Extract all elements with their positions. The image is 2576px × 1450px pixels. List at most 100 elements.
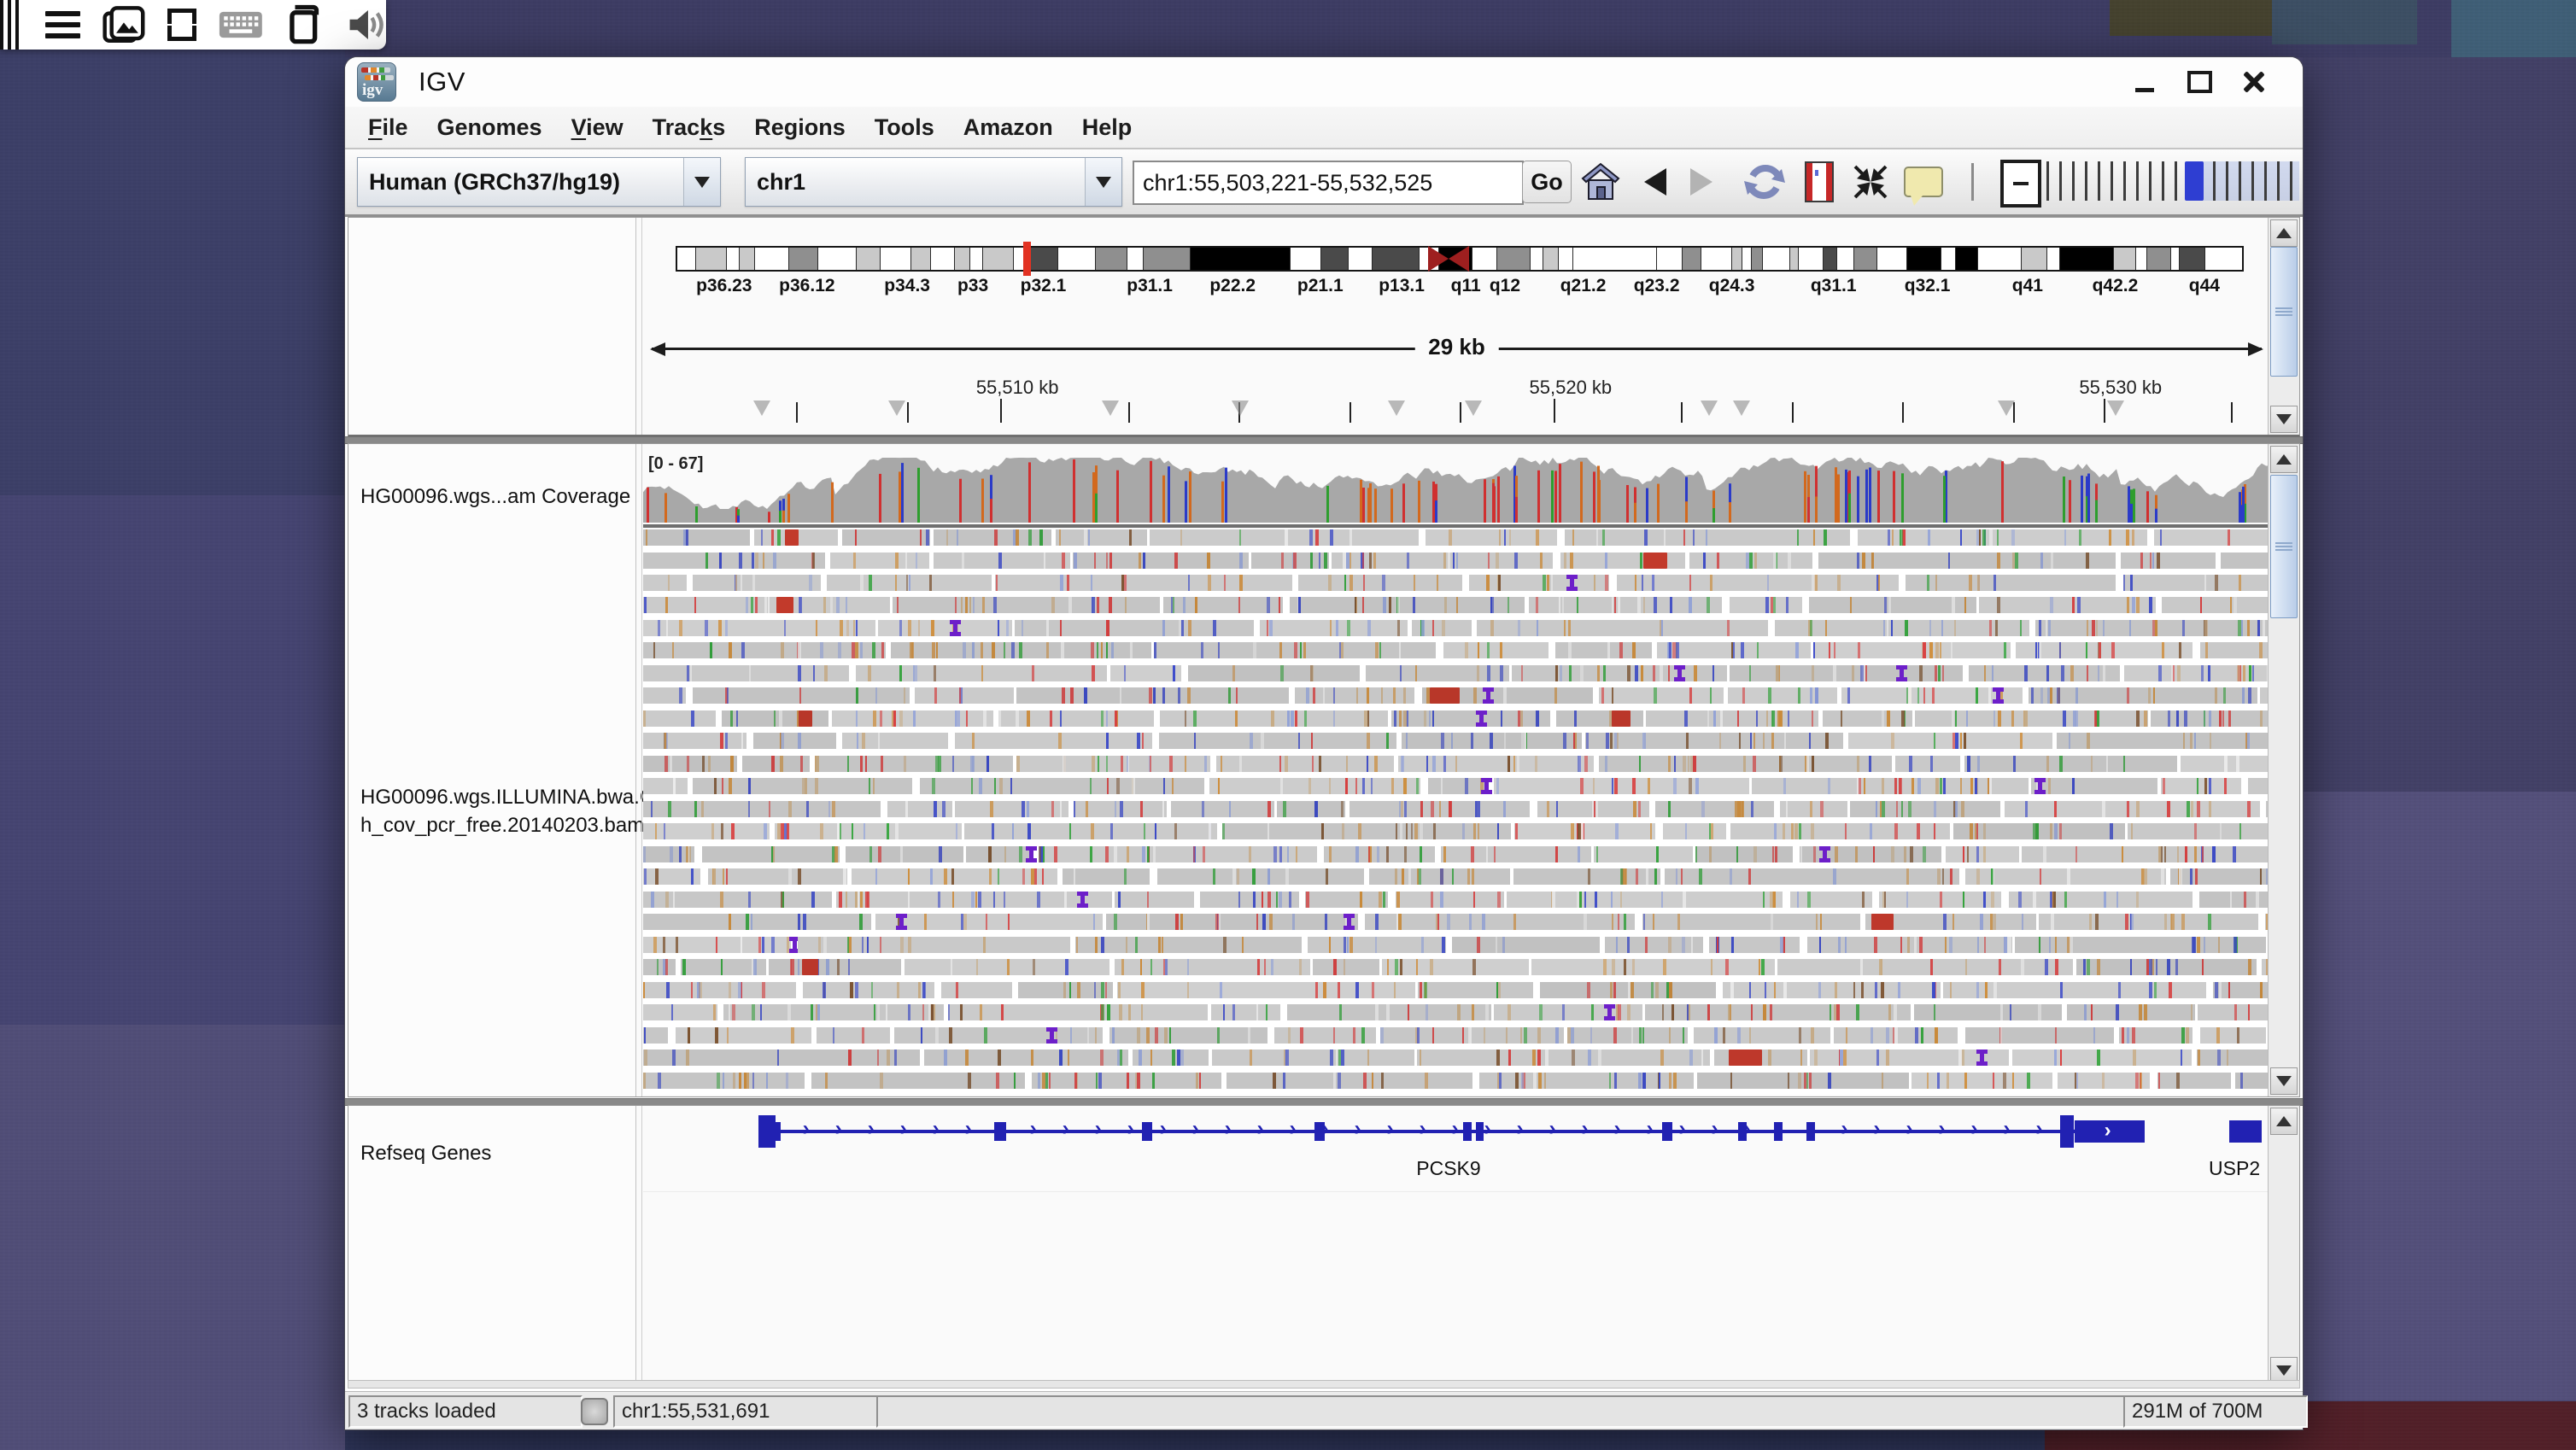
read[interactable] [2199, 892, 2270, 908]
gene-exon[interactable] [994, 1122, 1006, 1141]
scrollbar-thumb[interactable] [2270, 247, 2298, 377]
read[interactable] [681, 959, 766, 975]
read[interactable] [893, 597, 1160, 613]
read[interactable] [1697, 1073, 1909, 1089]
insertion-icon[interactable] [1483, 687, 1494, 704]
read[interactable] [1412, 620, 1472, 636]
read[interactable] [2162, 597, 2270, 613]
read[interactable] [1728, 687, 1837, 704]
chromosome-select[interactable]: chr1 [745, 157, 1122, 207]
read[interactable] [1709, 937, 1800, 953]
read[interactable] [948, 1004, 1208, 1020]
gene-exon[interactable] [1142, 1122, 1152, 1141]
read[interactable] [643, 553, 825, 569]
read[interactable] [1599, 687, 1724, 704]
read[interactable] [1324, 846, 1435, 862]
menu-view[interactable]: View [557, 114, 638, 141]
read[interactable] [2154, 529, 2270, 546]
read[interactable] [915, 687, 1014, 704]
read[interactable] [702, 846, 840, 862]
read[interactable] [2057, 733, 2270, 749]
read[interactable] [1695, 846, 1793, 862]
read[interactable] [2221, 553, 2270, 569]
read[interactable] [1689, 553, 1812, 569]
roi-marker-icon[interactable] [1102, 401, 1119, 416]
menu-tracks[interactable]: Tracks [638, 114, 741, 141]
read[interactable] [2076, 959, 2257, 975]
read[interactable] [856, 665, 1107, 681]
read[interactable] [1056, 529, 1147, 546]
read[interactable] [1380, 1027, 1564, 1044]
insertion-icon[interactable] [2034, 778, 2046, 794]
read[interactable] [1209, 778, 1420, 794]
read[interactable] [1117, 982, 1415, 998]
read[interactable] [722, 710, 828, 727]
zoom-slider-handle[interactable] [2185, 161, 2204, 201]
read[interactable] [2121, 553, 2216, 569]
read[interactable] [2022, 846, 2270, 862]
read[interactable] [817, 1027, 890, 1044]
read[interactable] [1188, 665, 1360, 681]
read[interactable] [1366, 665, 1509, 681]
read[interactable] [1906, 575, 2116, 591]
gene-exon[interactable] [1806, 1122, 1815, 1141]
read[interactable] [1227, 1073, 1472, 1089]
read[interactable] [1848, 733, 2052, 749]
read[interactable] [643, 846, 694, 862]
read[interactable] [1594, 846, 1693, 862]
gene-panel-scrollbar[interactable] [2268, 1106, 2299, 1386]
read[interactable] [2198, 1004, 2270, 1020]
insertion-icon[interactable] [1566, 575, 1578, 591]
read[interactable] [1912, 1073, 2052, 1089]
read[interactable] [1540, 982, 1716, 998]
read[interactable] [775, 823, 962, 839]
read[interactable] [852, 868, 1057, 885]
read[interactable] [2067, 1004, 2195, 1020]
scroll-up-button[interactable] [2270, 446, 2298, 473]
audio-icon[interactable] [347, 5, 386, 44]
read[interactable] [1115, 892, 1194, 908]
roi-marker-icon[interactable] [1232, 401, 1249, 416]
alignment-track-label-line1[interactable]: HG00096.wgs.ILLUMINA.bwa.G [360, 786, 655, 810]
read[interactable] [995, 575, 1292, 591]
read[interactable] [643, 1049, 920, 1066]
read[interactable] [1730, 597, 1802, 613]
read[interactable] [643, 575, 687, 591]
read[interactable] [1537, 801, 1649, 817]
screenshot-icon[interactable] [102, 3, 145, 46]
read[interactable] [1953, 823, 2125, 839]
read[interactable] [1965, 1027, 2114, 1044]
read[interactable] [966, 846, 1032, 862]
read[interactable] [693, 778, 912, 794]
read[interactable] [1074, 801, 1167, 817]
read[interactable] [1665, 868, 1959, 885]
read[interactable] [1075, 937, 1302, 953]
read[interactable] [1560, 553, 1685, 569]
read-pileup[interactable] [643, 529, 2270, 1095]
read[interactable] [2170, 868, 2270, 885]
read[interactable] [769, 959, 901, 975]
locus-input[interactable]: chr1:55,503,221-55,532,525 [1133, 161, 1524, 205]
read[interactable] [934, 553, 1070, 569]
read[interactable] [1039, 846, 1317, 862]
read[interactable] [1290, 597, 1525, 613]
read[interactable] [955, 801, 1068, 817]
read[interactable] [2012, 1049, 2192, 1066]
read[interactable] [1555, 642, 1652, 658]
read[interactable] [830, 553, 929, 569]
read[interactable] [2124, 665, 2270, 681]
menu-tools[interactable]: Tools [860, 114, 949, 141]
read[interactable] [998, 710, 1154, 727]
read[interactable] [693, 575, 821, 591]
read[interactable] [1305, 892, 1388, 908]
read[interactable] [1858, 529, 2147, 546]
read[interactable] [955, 733, 1152, 749]
read[interactable] [1298, 575, 1462, 591]
read[interactable] [1295, 687, 1414, 704]
read[interactable] [2039, 914, 2258, 930]
insertion-icon[interactable] [1046, 1027, 1057, 1044]
insertion-icon[interactable] [1993, 687, 2004, 704]
read[interactable] [1212, 1049, 1414, 1066]
read[interactable] [2181, 756, 2270, 772]
read[interactable] [1714, 1049, 1807, 1066]
